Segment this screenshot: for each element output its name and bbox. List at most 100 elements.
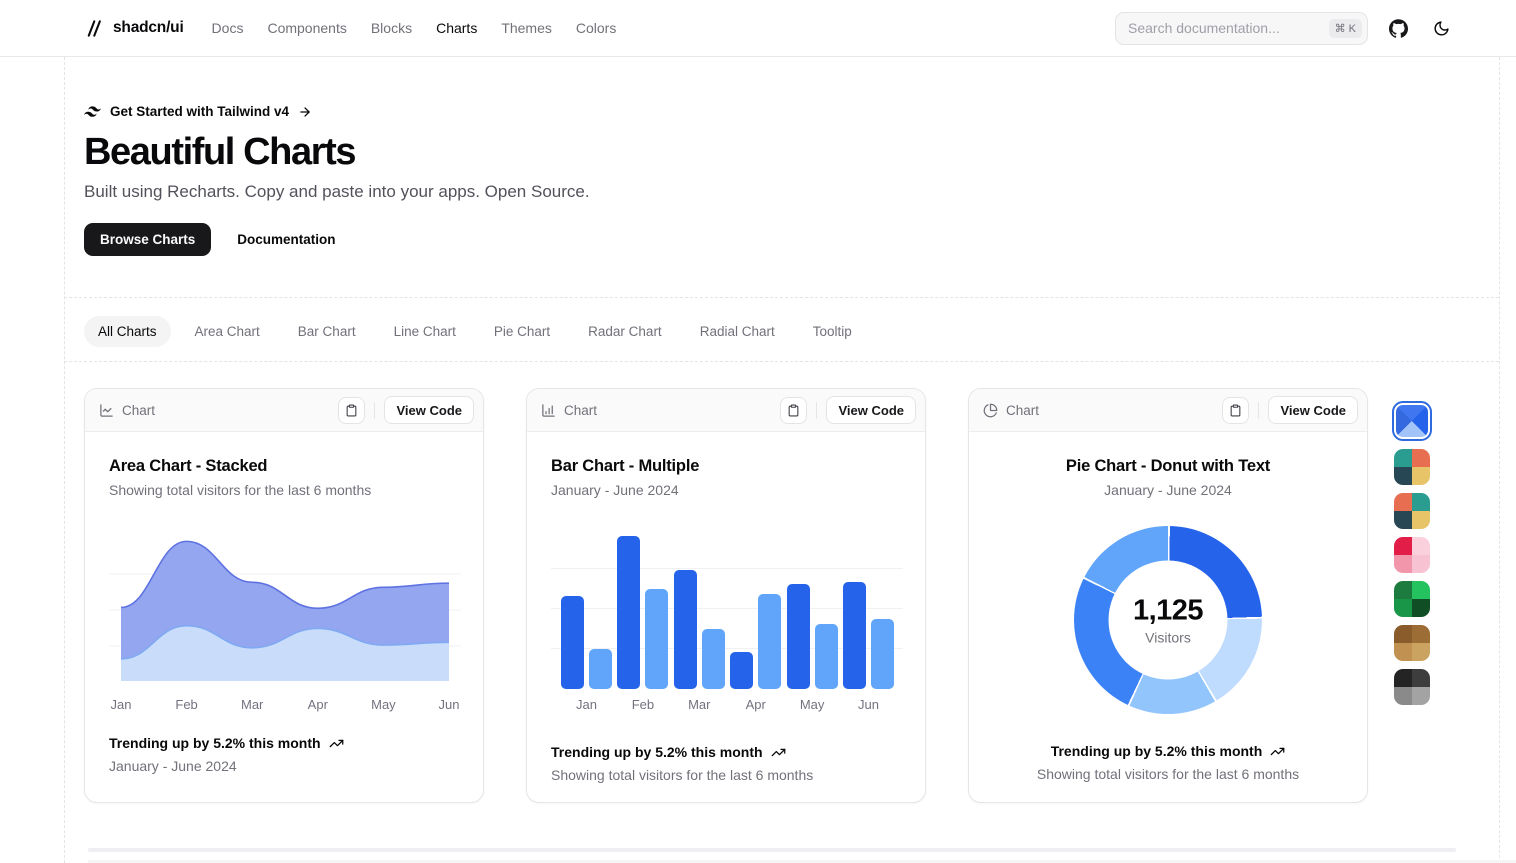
toolbar-divider (816, 402, 817, 419)
donut-total-label: Visitors (1145, 630, 1191, 646)
toolbar-label: Chart (541, 403, 597, 418)
swatch-color-cell (1394, 625, 1412, 643)
x-axis-tick: Jan (576, 697, 597, 712)
tab-pie-chart[interactable]: Pie Chart (480, 316, 564, 347)
dark-mode-moon-icon[interactable] (1428, 15, 1454, 41)
tab-area-chart[interactable]: Area Chart (181, 316, 274, 347)
tab-radial-chart[interactable]: Radial Chart (686, 316, 789, 347)
swatch-color-cell (1394, 511, 1412, 529)
bar-chart-card: Chart View Code Bar Chart - Multiple Jan… (526, 388, 926, 803)
hero-section: Get Started with Tailwind v4 Beautiful C… (84, 104, 590, 256)
swatch-color-cell (1412, 467, 1430, 485)
card-title: Pie Chart - Donut with Text (993, 457, 1343, 476)
tab-line-chart[interactable]: Line Chart (380, 316, 470, 347)
nav-link-themes[interactable]: Themes (501, 20, 552, 36)
copy-code-button[interactable] (338, 397, 365, 424)
toolbar-divider (374, 402, 375, 419)
theme-swatch-blue-selected[interactable] (1392, 401, 1432, 441)
swatch-color-cell (1412, 537, 1430, 555)
bar-mobile-apr (758, 594, 781, 689)
chart-type-tabs: All Charts Area Chart Bar Chart Line Chart P… (84, 316, 866, 347)
x-axis-tick: Mar (688, 697, 710, 712)
section-divider-bottom (64, 361, 1499, 362)
clipboard-icon (1229, 404, 1242, 417)
search-box[interactable]: ⌘ K (1115, 12, 1368, 45)
theme-swatch-rose[interactable] (1394, 537, 1430, 573)
view-code-button[interactable]: View Code (826, 396, 916, 424)
x-axis-tick: May (800, 697, 825, 712)
theme-swatch-preview (1396, 405, 1428, 437)
arrow-right-icon (298, 105, 312, 119)
bar-desktop-mar (674, 570, 697, 689)
search-shortcut-kbd: ⌘ K (1329, 19, 1362, 38)
tab-tooltip[interactable]: Tooltip (799, 316, 866, 347)
card-footer: Trending up by 5.2% this month January -… (109, 735, 459, 794)
swatch-color-cell (1412, 511, 1430, 529)
theme-swatch-mono[interactable] (1394, 669, 1430, 705)
trend-text: Trending up by 5.2% this month (109, 735, 321, 751)
tab-radar-chart[interactable]: Radar Chart (574, 316, 676, 347)
bar-mobile-jan (589, 649, 612, 689)
swatch-color-cell (1412, 555, 1430, 573)
tailwind-v4-banner-link[interactable]: Get Started with Tailwind v4 (84, 104, 590, 119)
page-subtitle: Built using Recharts. Copy and paste int… (84, 182, 590, 202)
pie-chart-icon (983, 403, 998, 418)
nav-link-components[interactable]: Components (267, 20, 346, 36)
donut-ring: 1,125 Visitors (1074, 526, 1262, 714)
trend-text: Trending up by 5.2% this month (1051, 743, 1263, 759)
card-body: Pie Chart - Donut with Text January - Ju… (969, 432, 1367, 802)
card-footer: Trending up by 5.2% this month Showing t… (551, 744, 901, 803)
swatch-color-cell (1394, 581, 1412, 599)
trending-up-icon (1270, 744, 1285, 759)
card-title: Bar Chart - Multiple (551, 457, 901, 476)
theme-swatch-sage[interactable] (1394, 449, 1430, 485)
tab-all-charts[interactable]: All Charts (84, 316, 171, 347)
search-input[interactable] (1128, 20, 1329, 36)
charts-page: shadcn/ui Docs Components Blocks Charts Them… (0, 0, 1516, 863)
documentation-button[interactable]: Documentation (221, 223, 351, 256)
copy-code-button[interactable] (780, 397, 807, 424)
theme-swatch-brown[interactable] (1394, 625, 1430, 661)
bar-desktop-apr (730, 652, 753, 689)
nav-link-charts[interactable]: Charts (436, 20, 477, 36)
nav-link-colors[interactable]: Colors (576, 20, 616, 36)
x-axis-tick: Jun (439, 697, 460, 712)
swatch-color-cell (1394, 449, 1412, 467)
toolbar-label-text: Chart (1006, 403, 1039, 418)
pie-chart-card: Chart View Code Pie Chart - Donut with T… (968, 388, 1368, 803)
browse-charts-button[interactable]: Browse Charts (84, 223, 211, 256)
toolbar-divider (1258, 402, 1259, 419)
nav-link-blocks[interactable]: Blocks (371, 20, 412, 36)
trending-up-icon (771, 745, 786, 760)
swatch-color-cell (1394, 687, 1412, 705)
bar-chart-icon (541, 403, 556, 418)
toolbar-label-text: Chart (564, 403, 597, 418)
bar-desktop-jun (843, 582, 866, 689)
toolbar-label: Chart (99, 403, 155, 418)
nav-link-docs[interactable]: Docs (212, 20, 244, 36)
swatch-color-cell (1412, 493, 1430, 511)
theme-swatch-green[interactable] (1394, 581, 1430, 617)
trend-line: Trending up by 5.2% this month (993, 743, 1343, 759)
swatch-color-cell (1412, 449, 1430, 467)
brand-logo[interactable]: shadcn/ui (84, 19, 184, 38)
view-code-button[interactable]: View Code (1268, 396, 1358, 424)
x-axis-tick: Feb (175, 697, 197, 712)
bar-desktop-may (787, 584, 810, 689)
area-chart-plot: JanFebMarAprMayJun (109, 538, 461, 717)
theme-swatch-amber[interactable] (1394, 493, 1430, 529)
toolbar-actions: View Code (1222, 396, 1358, 424)
donut-total-value: 1,125 (1133, 595, 1203, 628)
github-icon[interactable] (1385, 15, 1411, 41)
line-chart-icon (99, 403, 114, 418)
section-divider-top (64, 297, 1499, 298)
view-code-button[interactable]: View Code (384, 396, 474, 424)
copy-code-button[interactable] (1222, 397, 1249, 424)
tab-bar-chart[interactable]: Bar Chart (284, 316, 370, 347)
x-axis-tick: Feb (632, 697, 654, 712)
area-chart-card: Chart View Code Area Chart - Stacked Sho… (84, 388, 484, 803)
page-title: Beautiful Charts (84, 131, 590, 174)
swatch-color-cell (1394, 643, 1412, 661)
card-title: Area Chart - Stacked (109, 457, 459, 476)
trend-line: Trending up by 5.2% this month (109, 735, 459, 751)
